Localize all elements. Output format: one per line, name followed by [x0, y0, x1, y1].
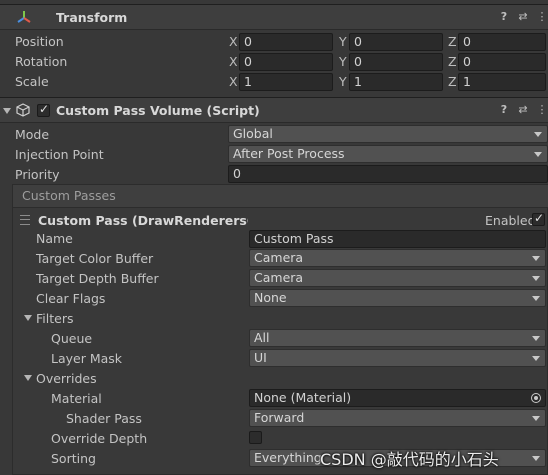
- layer-mask-label: Layer Mask: [51, 351, 123, 366]
- scale-y-field[interactable]: 1: [349, 73, 443, 91]
- clear-flags-dropdown[interactable]: None: [249, 289, 546, 307]
- filters-label[interactable]: Filters: [36, 311, 73, 326]
- presets-icon[interactable]: ⇄: [517, 104, 529, 116]
- override-depth-label: Override Depth: [51, 431, 148, 446]
- chevron-down-icon: [534, 152, 542, 157]
- chevron-down-icon: [532, 336, 540, 341]
- layer-mask-dropdown[interactable]: UI: [249, 349, 546, 367]
- rotation-x-field[interactable]: 0: [239, 53, 333, 71]
- presets-icon[interactable]: ⇄: [517, 11, 529, 23]
- target-color-buffer-dropdown[interactable]: Camera: [249, 249, 546, 267]
- script-cube-icon: [16, 103, 30, 117]
- component-enabled-checkbox[interactable]: ✓: [37, 102, 50, 117]
- help-icon[interactable]: ?: [498, 11, 510, 23]
- scale-x-field[interactable]: 1: [239, 73, 333, 91]
- sorting-value: Everything: [254, 450, 322, 465]
- chevron-down-icon: [532, 276, 540, 281]
- shader-pass-label: Shader Pass: [66, 411, 142, 426]
- watermark: CSDN @敲代码的小石头: [320, 450, 499, 469]
- clear-flags-label: Clear Flags: [36, 291, 106, 306]
- shader-pass-value: Forward: [254, 410, 305, 425]
- position-z-field[interactable]: 0: [458, 33, 546, 51]
- chevron-down-icon: [534, 132, 542, 137]
- target-depth-buffer-value: Camera: [254, 270, 304, 285]
- position-label: Position: [15, 34, 64, 49]
- injection-point-dropdown[interactable]: After Post Process: [228, 145, 548, 163]
- priority-label: Priority: [15, 167, 60, 182]
- help-icon[interactable]: ?: [498, 104, 510, 116]
- transform-icon: [16, 10, 32, 24]
- checkmark-icon: ✓: [534, 211, 545, 225]
- chevron-down-icon: [532, 416, 540, 421]
- filters-foldout-icon[interactable]: [24, 315, 32, 321]
- pass-enabled-checkbox[interactable]: ✓: [532, 211, 545, 226]
- target-color-buffer-value: Camera: [254, 250, 304, 265]
- queue-dropdown[interactable]: All: [249, 329, 546, 347]
- chevron-down-icon: [532, 456, 540, 461]
- injection-point-value: After Post Process: [233, 146, 345, 161]
- target-color-buffer-label: Target Color Buffer: [36, 251, 154, 266]
- queue-value: All: [254, 330, 270, 345]
- chevron-down-icon: [532, 256, 540, 261]
- custom-passes-label: Custom Passes: [22, 188, 116, 203]
- checkmark-icon: ✓: [39, 102, 50, 116]
- chevron-down-icon: [532, 296, 540, 301]
- scale-y-axis[interactable]: Y: [339, 74, 347, 89]
- enabled-label: Enabled: [485, 213, 536, 228]
- foldout-arrow-icon[interactable]: [3, 108, 11, 114]
- transform-header[interactable]: Transform ? ⇄ ⋮: [0, 4, 548, 30]
- mode-dropdown[interactable]: Global: [228, 125, 548, 143]
- name-label: Name: [36, 231, 73, 246]
- layer-mask-value: UI: [254, 350, 267, 365]
- transform-title: Transform: [56, 10, 128, 25]
- target-depth-buffer-label: Target Depth Buffer: [36, 271, 159, 286]
- material-value: None (Material): [254, 390, 352, 405]
- position-y-field[interactable]: 0: [349, 33, 443, 51]
- scale-x-axis[interactable]: X: [229, 74, 238, 89]
- rotation-z-axis[interactable]: Z: [448, 54, 457, 69]
- target-depth-buffer-dropdown[interactable]: Camera: [249, 269, 546, 287]
- chevron-down-icon: [532, 356, 540, 361]
- custom-pass-title[interactable]: Custom Pass (DrawRenderersCusto: [38, 213, 248, 228]
- scale-z-axis[interactable]: Z: [448, 74, 457, 89]
- scale-label: Scale: [15, 74, 49, 89]
- rotation-label: Rotation: [15, 54, 68, 69]
- position-x-field[interactable]: 0: [239, 33, 333, 51]
- injection-point-label: Injection Point: [15, 147, 104, 162]
- position-y-axis[interactable]: Y: [339, 34, 347, 49]
- overrides-foldout-icon[interactable]: [24, 375, 32, 381]
- override-depth-checkbox[interactable]: [249, 431, 262, 444]
- position-z-axis[interactable]: Z: [448, 34, 457, 49]
- sorting-label: Sorting: [51, 451, 96, 466]
- clear-flags-value: None: [254, 290, 287, 305]
- scale-z-field[interactable]: 1: [458, 73, 546, 91]
- name-field[interactable]: Custom Pass: [249, 230, 546, 248]
- shader-pass-dropdown[interactable]: Forward: [249, 409, 546, 427]
- rotation-y-axis[interactable]: Y: [339, 54, 347, 69]
- overrides-label[interactable]: Overrides: [36, 371, 97, 386]
- queue-label: Queue: [51, 331, 93, 346]
- mode-value: Global: [233, 126, 273, 141]
- custom-pass-volume-title: Custom Pass Volume (Script): [56, 103, 260, 118]
- custom-pass-volume-header[interactable]: ✓ Custom Pass Volume (Script) ? ⇄ ⋮: [0, 97, 548, 123]
- mode-label: Mode: [15, 127, 50, 142]
- object-picker-icon[interactable]: [531, 393, 541, 403]
- position-x-axis[interactable]: X: [229, 34, 238, 49]
- priority-field[interactable]: 0: [228, 165, 548, 183]
- context-menu-icon[interactable]: ⋮: [536, 104, 548, 116]
- rotation-y-field[interactable]: 0: [349, 53, 443, 71]
- material-label: Material: [51, 391, 102, 406]
- rotation-x-axis[interactable]: X: [229, 54, 238, 69]
- drag-handle-icon[interactable]: [20, 215, 30, 225]
- rotation-z-field[interactable]: 0: [458, 53, 546, 71]
- material-object-field[interactable]: None (Material): [249, 389, 546, 407]
- context-menu-icon[interactable]: ⋮: [536, 11, 548, 23]
